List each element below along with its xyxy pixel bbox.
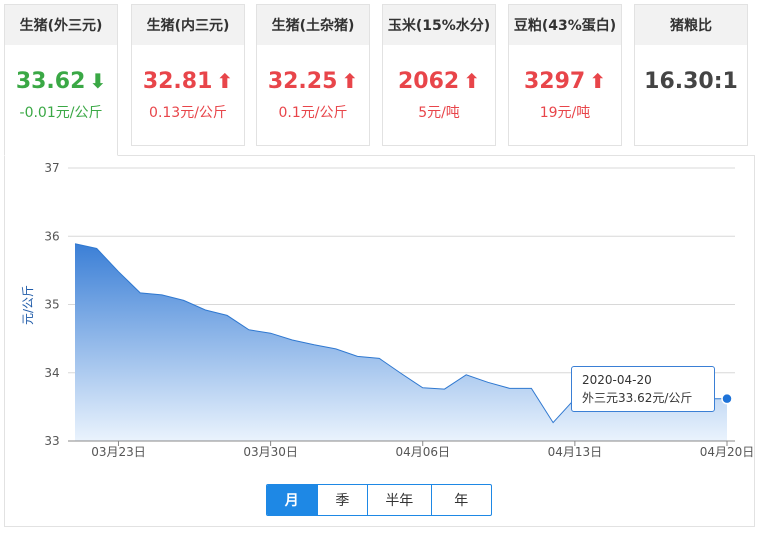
x-tick-label: 04月06日 [395, 445, 450, 459]
y-axis-label: 元/公斤 [21, 285, 35, 325]
y-tick-label: 35 [44, 298, 59, 312]
card-change: -0.01元/公斤 [19, 105, 103, 121]
x-tick-label: 04月20日 [700, 445, 755, 459]
tooltip-value: 外三元33.62元/公斤 [582, 391, 693, 405]
y-tick-label: 34 [44, 366, 59, 380]
card-price: 33.62 [15, 69, 86, 94]
tab-half-year[interactable]: 半年 [368, 485, 432, 515]
tab-quarter[interactable]: 季 [318, 485, 369, 515]
x-tick-label: 03月23日 [91, 445, 146, 459]
card-price-row: 33.62 ⬇ [5, 69, 117, 94]
y-tick-label: 33 [44, 434, 59, 448]
period-tabs: 月 季 半年 年 [266, 484, 492, 516]
highlight-point [721, 392, 733, 405]
arrow-down-icon: ⬇ [89, 69, 107, 93]
card-title: 生猪(外三元) [5, 5, 117, 45]
tab-month[interactable]: 月 [267, 485, 318, 515]
tooltip-date: 2020-04-20 [582, 373, 652, 387]
tab-year[interactable]: 年 [432, 485, 491, 515]
card-pig-outer-ternary[interactable]: 生猪(外三元) 33.62 ⬇ -0.01元/公斤 [4, 4, 118, 156]
y-tick-label: 36 [44, 229, 59, 243]
x-tick-label: 04月13日 [548, 445, 603, 459]
x-tick-label: 03月30日 [243, 445, 298, 459]
y-tick-label: 37 [44, 161, 59, 175]
chart-tooltip: 2020-04-20 外三元33.62元/公斤 [571, 366, 715, 412]
